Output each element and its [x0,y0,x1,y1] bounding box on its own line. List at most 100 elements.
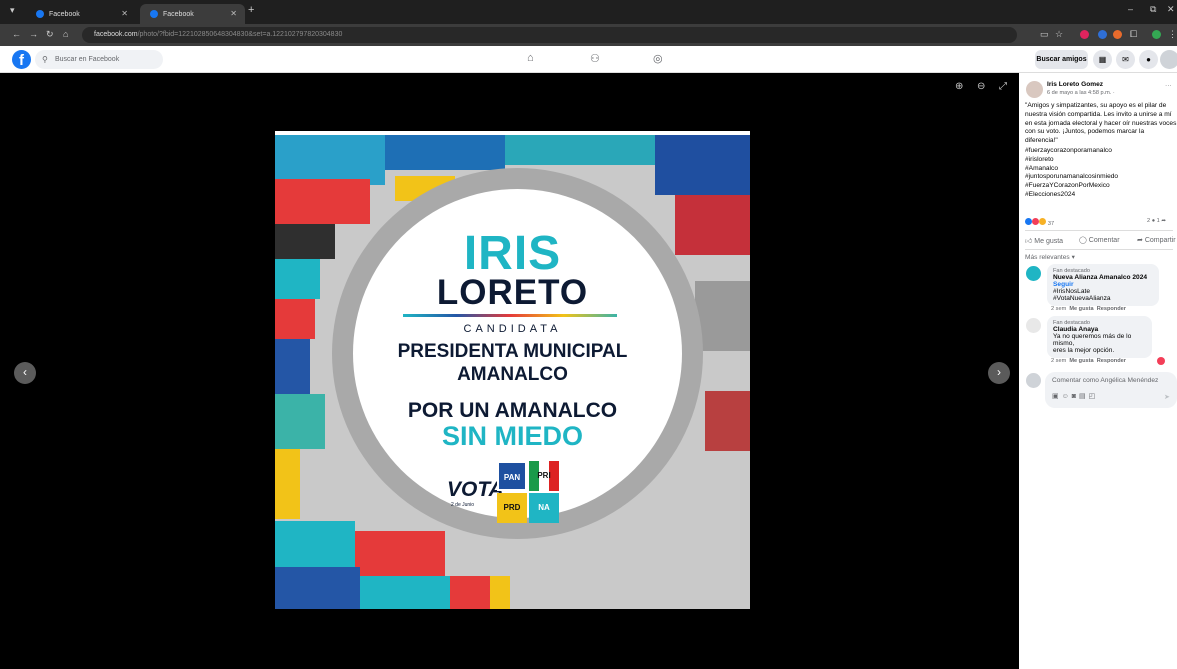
friends-nav-icon[interactable]: ⚇ [590,52,600,65]
profile-avatar-icon[interactable] [1152,30,1161,39]
post-details-panel: Iris Loreto Gomez 6 de mayo a las 4:58 p… [1019,73,1177,669]
comment-icon: ◯ [1079,237,1087,244]
hashtag[interactable]: #fuerzaycorazonporamanalco [1025,147,1118,156]
url-field[interactable]: facebook.com/photo/?fbid=122102850648304… [82,27,1017,43]
vota-text: VOTA [447,478,504,501]
notifications-bell-icon[interactable]: ● [1139,50,1158,69]
previous-photo-button[interactable]: ‹ [14,362,36,384]
commenter-avatar[interactable] [1026,318,1041,333]
new-tab-button[interactable]: + [248,4,254,16]
search-icon: ⚲ [42,55,48,64]
forward-icon[interactable]: → [29,29,38,39]
next-photo-button[interactable]: › [988,362,1010,384]
facebook-header: f ⚲ Buscar en Facebook ⌂ ⚇ ◎ Buscar amig… [0,46,1177,73]
bookmark-star-icon[interactable]: ☆ [1055,29,1063,40]
tab-menu-icon[interactable]: ▾ [10,5,15,16]
extension-orange-icon[interactable] [1113,30,1122,39]
sort-label: Más relevantes [1025,254,1070,261]
commenter-name-text: Nueva Alianza Amanalco 2024 [1053,274,1148,281]
commenter-name[interactable]: Nueva Alianza Amanalco 2024 Seguir [1053,274,1153,288]
extensions-puzzle-icon[interactable]: ⧠ [1130,29,1137,40]
author-avatar[interactable] [1026,81,1043,98]
comment-share-counts[interactable]: 2 ● 1 ➦ [1147,218,1166,224]
hashtag[interactable]: #FuerzaYCorazonPorMexico [1025,182,1118,191]
post-author[interactable]: Iris Loreto Gomez [1047,81,1103,88]
browser-tab-2[interactable]: Facebook ✕ [140,4,245,24]
nueva-alianza-logo: NA [529,493,559,523]
pri-logo: PRI [529,461,559,491]
search-placeholder: Buscar en Facebook [55,56,120,63]
post-options-icon[interactable]: ··· [1165,82,1172,89]
home-nav-icon[interactable]: ⌂ [527,52,534,64]
reload-icon[interactable]: ↻ [46,29,54,40]
like-label: Me gusta [1034,238,1064,245]
address-bar-row: ← → ↻ ⌂ facebook.com/photo/?fbid=1221028… [0,24,1177,46]
post-date[interactable]: 6 de mayo a las 4:58 p.m. · [1047,90,1115,96]
post-body: "Amigos y simpatizantes, su apoyo es el … [1025,102,1177,145]
composer-tools: ▣☺◙▤◰ [1052,392,1098,400]
url-host: facebook.com [94,31,138,38]
extension-red-icon[interactable] [1080,30,1089,39]
hashtag[interactable]: #Amanalco [1025,165,1118,174]
window-close-icon[interactable]: ✕ [1167,4,1175,15]
comment-like-link[interactable]: Me gusta [1069,358,1093,364]
facebook-logo[interactable]: f [12,50,31,69]
messenger-icon[interactable]: ✉ [1116,50,1135,69]
emoji-icon[interactable]: ☺ [1062,393,1072,400]
campaign-photo: IRIS LORETO CANDIDATA PRESIDENTA MUNICIP… [275,131,750,609]
zoom-out-icon[interactable]: ⊖ [977,81,985,92]
find-friends-button[interactable]: Buscar amigos [1035,50,1088,69]
comment-sort-dropdown[interactable]: Más relevantes ▾ [1025,253,1075,261]
url-path: /photo/?fbid=122102850648304830&set=a.12… [137,31,343,38]
comment-reply-link[interactable]: Responder [1097,306,1126,312]
comment-text: #VotaNuevaAlianza [1053,295,1111,302]
hashtag[interactable]: #Elecciones2024 [1025,191,1118,200]
office-line-1: PRESIDENTA MUNICIPAL [397,341,628,362]
zoom-in-icon[interactable]: ⊕ [955,81,963,92]
love-reaction-icon [1157,357,1165,365]
camera-icon[interactable]: ◙ [1072,393,1079,400]
share-button[interactable]: ➦ Compartir [1137,236,1176,244]
cast-icon[interactable]: ▭ [1040,29,1049,40]
comment-time[interactable]: 2 sem [1051,306,1066,312]
account-avatar[interactable] [1160,50,1177,69]
share-icon: ➦ [1137,237,1143,244]
back-icon[interactable]: ← [12,29,21,39]
divider [1025,230,1173,231]
menu-grid-icon[interactable]: ▦ [1093,50,1112,69]
avatar-sticker-icon[interactable]: ▣ [1052,393,1062,400]
comment-like-link[interactable]: Me gusta [1069,306,1093,312]
close-icon[interactable]: ✕ [230,9,237,18]
comment-time[interactable]: 2 sem [1051,358,1066,364]
send-icon[interactable]: ➤ [1164,393,1170,401]
commenter-name[interactable]: Claudia Anaya [1053,326,1146,333]
home-icon[interactable]: ⌂ [63,29,68,39]
browser-tab-bar: ▾ Facebook ✕ Facebook ✕ + – ⧉ ✕ [0,0,1177,24]
browser-menu-icon[interactable]: ⋮ [1168,29,1177,40]
comment-composer[interactable]: Comentar como Angélica Menéndez ▣☺◙▤◰ ➤ [1045,372,1177,408]
extension-blue-icon[interactable] [1098,30,1107,39]
maximize-icon[interactable]: ⧉ [1150,4,1156,15]
gaming-nav-icon[interactable]: ◎ [653,52,663,65]
comment-button[interactable]: ◯ Comentar [1079,236,1120,244]
close-icon[interactable]: ✕ [121,9,128,18]
comment-actions: 2 sem Me gusta Responder [1051,306,1126,312]
comment-reply-link[interactable]: Responder [1097,358,1126,364]
browser-tab-1[interactable]: Facebook ✕ [26,4,136,24]
search-input[interactable]: ⚲ Buscar en Facebook [35,50,163,69]
comment-bubble: Fan destacado Claudia Anaya Ya no querem… [1047,316,1152,358]
fullscreen-icon[interactable]: ⤢ [999,81,1007,92]
love-reaction-icon [1032,218,1039,225]
minimize-icon[interactable]: – [1128,4,1133,14]
commenter-avatar[interactable] [1026,266,1041,281]
slogan-line-2: SIN MIEDO [441,421,583,451]
sticker-icon[interactable]: ◰ [1089,393,1099,400]
follow-link[interactable]: Seguir [1053,281,1074,288]
vota-date: 2 de Junio [451,502,475,508]
facebook-favicon-icon [150,10,158,18]
gif-icon[interactable]: ▤ [1079,393,1089,400]
hashtag[interactable]: #irisloreto [1025,156,1118,165]
hashtag[interactable]: #juntosporunamanalcosinmiedo [1025,173,1118,182]
reactions-summary[interactable]: 37 [1025,218,1054,227]
like-button[interactable]: 👍︎ Me gusta [1025,236,1063,245]
